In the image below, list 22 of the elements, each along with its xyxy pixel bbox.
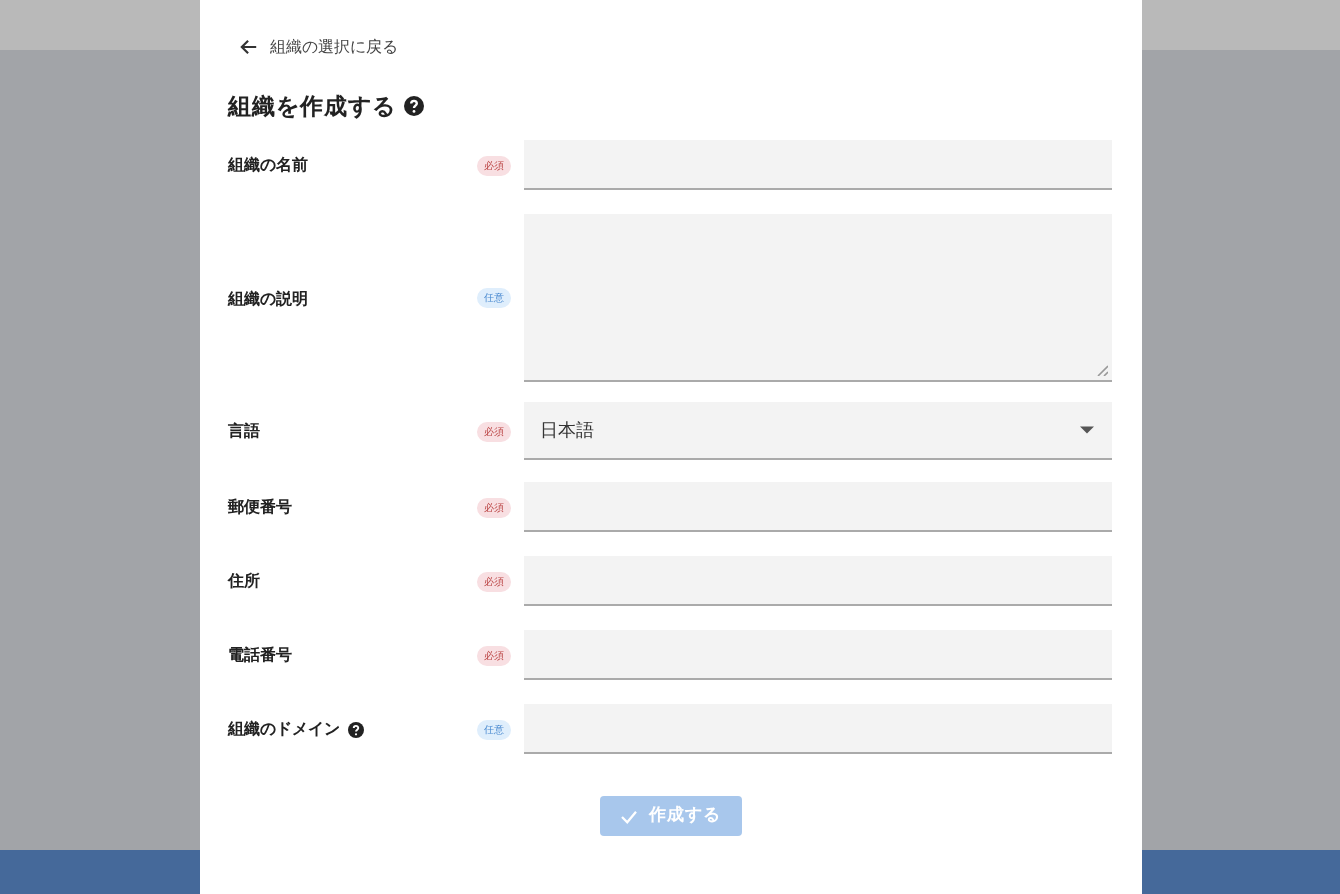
help-icon[interactable] bbox=[348, 721, 364, 737]
input-field[interactable] bbox=[524, 556, 1112, 606]
textarea-field[interactable] bbox=[524, 214, 1112, 382]
field-label: 組織の説明 bbox=[228, 287, 308, 309]
field-label: 電話番号 bbox=[228, 644, 292, 666]
input-field[interactable] bbox=[524, 140, 1112, 190]
help-icon[interactable] bbox=[404, 96, 424, 116]
field-label: 組織の名前 bbox=[228, 154, 308, 176]
input-field[interactable] bbox=[524, 704, 1112, 754]
input-field[interactable] bbox=[524, 630, 1112, 680]
input-field[interactable] bbox=[524, 482, 1112, 532]
resize-grip-icon bbox=[1096, 364, 1108, 376]
field-label: 言語 bbox=[228, 420, 260, 442]
back-arrow-icon bbox=[240, 37, 258, 55]
dropdown-caret-icon bbox=[1080, 426, 1094, 434]
field-label: 組織のドメイン bbox=[228, 718, 340, 740]
field-label: 住所 bbox=[228, 570, 260, 592]
check-icon bbox=[619, 809, 637, 823]
language-select[interactable]: 日本語 bbox=[524, 402, 1112, 460]
field-label: 郵便番号 bbox=[228, 496, 292, 518]
back-link[interactable]: 組織の選択に戻る bbox=[240, 34, 398, 58]
dialog-title: 組織を作成する bbox=[228, 91, 396, 121]
